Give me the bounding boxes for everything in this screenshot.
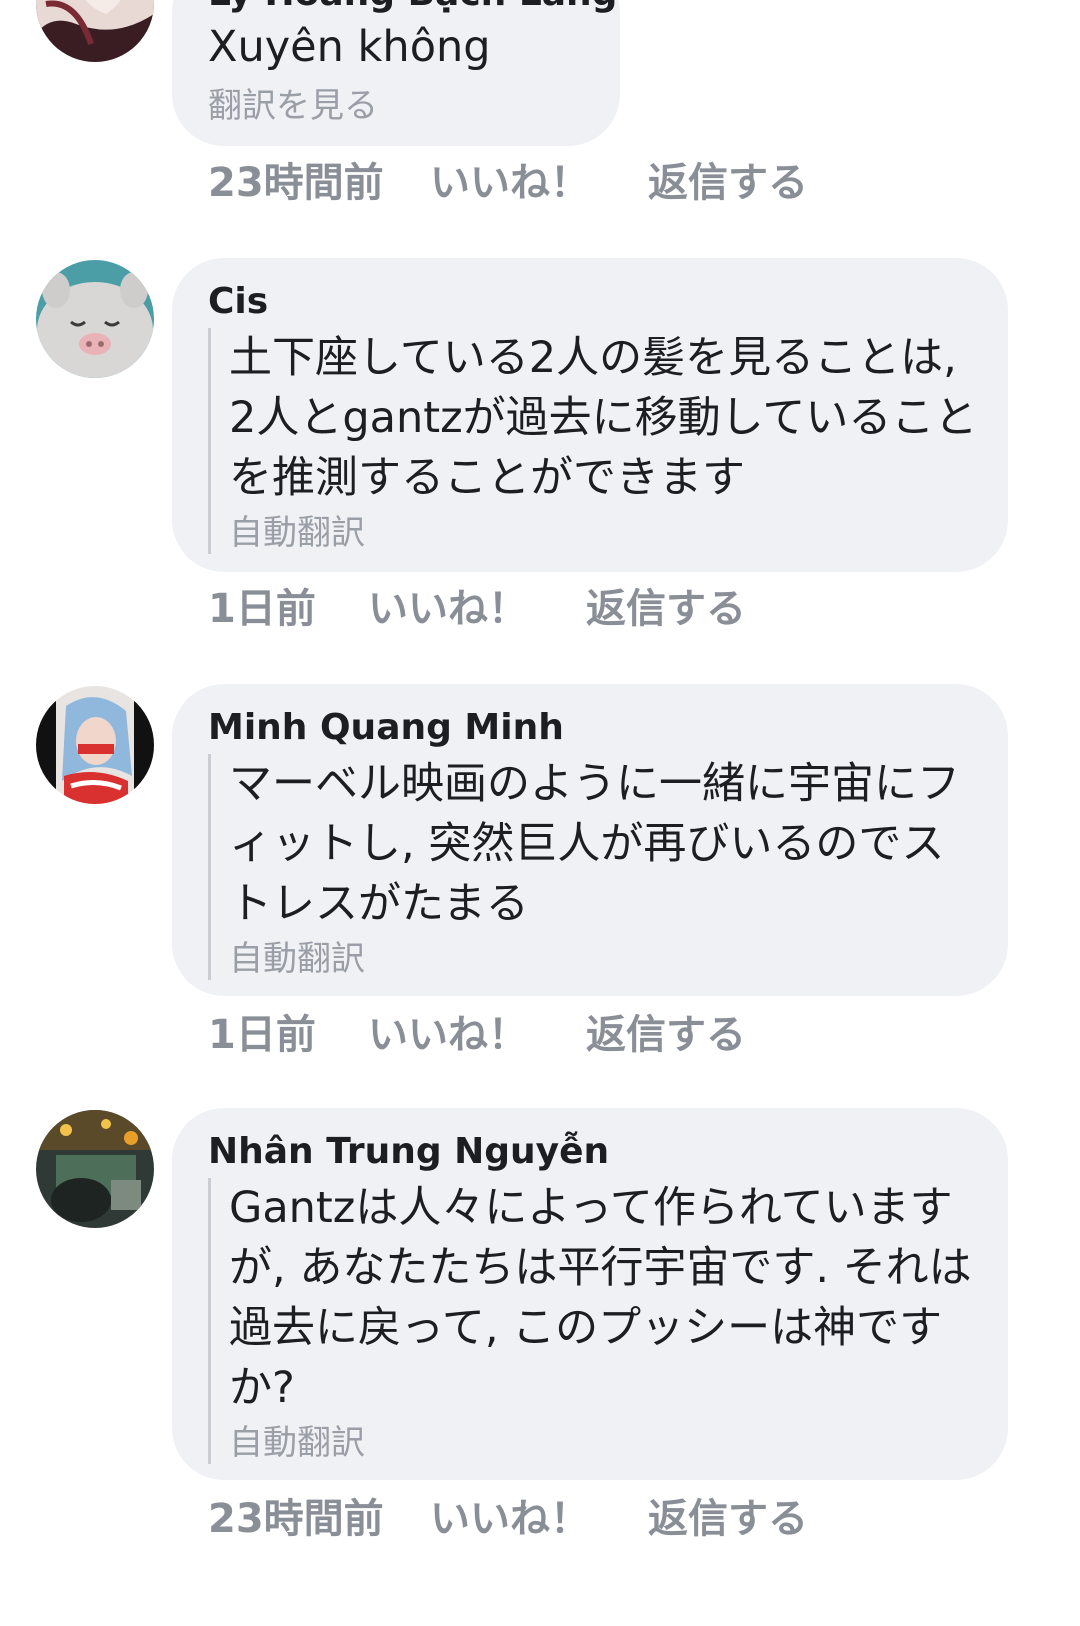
comment-text: 土下座している2人の髪を見ることは, 2人とgantzが過去に移動していることを… bbox=[229, 333, 978, 503]
avatar[interactable] bbox=[36, 260, 154, 378]
auto-translation-label[interactable]: 自動翻訳 bbox=[229, 512, 978, 554]
comment-item: Minh Quang Minh マーベル映画のように一緒に宇宙にフィットし, 突… bbox=[0, 684, 1080, 1064]
comment-item: Cis 土下座している2人の髪を見ることは, 2人とgantzが過去に移動してい… bbox=[0, 258, 1080, 638]
reply-button[interactable]: 返信する bbox=[648, 150, 808, 208]
reply-button[interactable]: 返信する bbox=[648, 1486, 808, 1544]
comment-actions: 1日前 いいね！ 返信する bbox=[208, 1002, 746, 1060]
auto-translation-label[interactable]: 自動翻訳 bbox=[229, 938, 978, 980]
translated-text-block: 土下座している2人の髪を見ることは, 2人とgantzが過去に移動していることを… bbox=[208, 328, 978, 554]
reply-button[interactable]: 返信する bbox=[586, 576, 746, 634]
comment-author[interactable]: Cis bbox=[208, 280, 268, 324]
comment-bubble: Ly Hoàng Bạch Lang Xuyên không 翻訳を見る bbox=[172, 0, 620, 146]
like-button[interactable]: いいね！ bbox=[368, 576, 586, 634]
translated-text-block: マーベル映画のように一緒に宇宙にフィットし, 突然巨人が再びいるのでストレスがた… bbox=[208, 754, 978, 980]
comment-text: マーベル映画のように一緒に宇宙にフィットし, 突然巨人が再びいるのでストレスがた… bbox=[229, 759, 960, 929]
comment-author[interactable]: Nhân Trung Nguyễn bbox=[208, 1130, 609, 1174]
comment-timestamp: 1日前 bbox=[208, 1012, 316, 1058]
comment-author[interactable]: Ly Hoàng Bạch Lang bbox=[208, 0, 617, 16]
comment-item: Nhân Trung Nguyễn Gantzは人々によって作られていますが, … bbox=[0, 1108, 1080, 1578]
like-button[interactable]: いいね！ bbox=[368, 1002, 586, 1060]
avatar-image bbox=[36, 260, 154, 378]
comment-author[interactable]: Minh Quang Minh bbox=[208, 706, 564, 750]
avatar[interactable] bbox=[36, 1110, 154, 1228]
avatar-image bbox=[36, 0, 154, 62]
comment-timestamp: 23時間前 bbox=[208, 160, 384, 206]
avatar-image bbox=[36, 686, 154, 804]
reply-button[interactable]: 返信する bbox=[586, 1002, 746, 1060]
auto-translation-label[interactable]: 自動翻訳 bbox=[229, 1422, 978, 1464]
comment-actions: 1日前 いいね！ 返信する bbox=[208, 576, 746, 634]
comment-item: Ly Hoàng Bạch Lang Xuyên không 翻訳を見る 23時… bbox=[0, 0, 1080, 210]
avatar[interactable] bbox=[36, 0, 154, 62]
translated-text-block: Gantzは人々によって作られていますが, あなたたちは平行宇宙です. それは過… bbox=[208, 1178, 978, 1464]
comment-actions: 23時間前 いいね！ 返信する bbox=[208, 150, 808, 208]
avatar[interactable] bbox=[36, 686, 154, 804]
like-button[interactable]: いいね！ bbox=[430, 150, 648, 208]
comment-text: Gantzは人々によって作られていますが, あなたたちは平行宇宙です. それは過… bbox=[229, 1183, 972, 1413]
comment-bubble: Minh Quang Minh マーベル映画のように一緒に宇宙にフィットし, 突… bbox=[172, 684, 1008, 996]
like-button[interactable]: いいね！ bbox=[430, 1486, 648, 1544]
see-translation-link[interactable]: 翻訳を見る bbox=[208, 85, 378, 127]
comment-bubble: Cis 土下座している2人の髪を見ることは, 2人とgantzが過去に移動してい… bbox=[172, 258, 1008, 572]
comment-timestamp: 23時間前 bbox=[208, 1496, 384, 1542]
comment-actions: 23時間前 いいね！ 返信する bbox=[208, 1486, 808, 1544]
avatar-image bbox=[36, 1110, 154, 1228]
comment-bubble: Nhân Trung Nguyễn Gantzは人々によって作られていますが, … bbox=[172, 1108, 1008, 1480]
comment-timestamp: 1日前 bbox=[208, 586, 316, 632]
comment-text: Xuyên không bbox=[208, 22, 491, 72]
